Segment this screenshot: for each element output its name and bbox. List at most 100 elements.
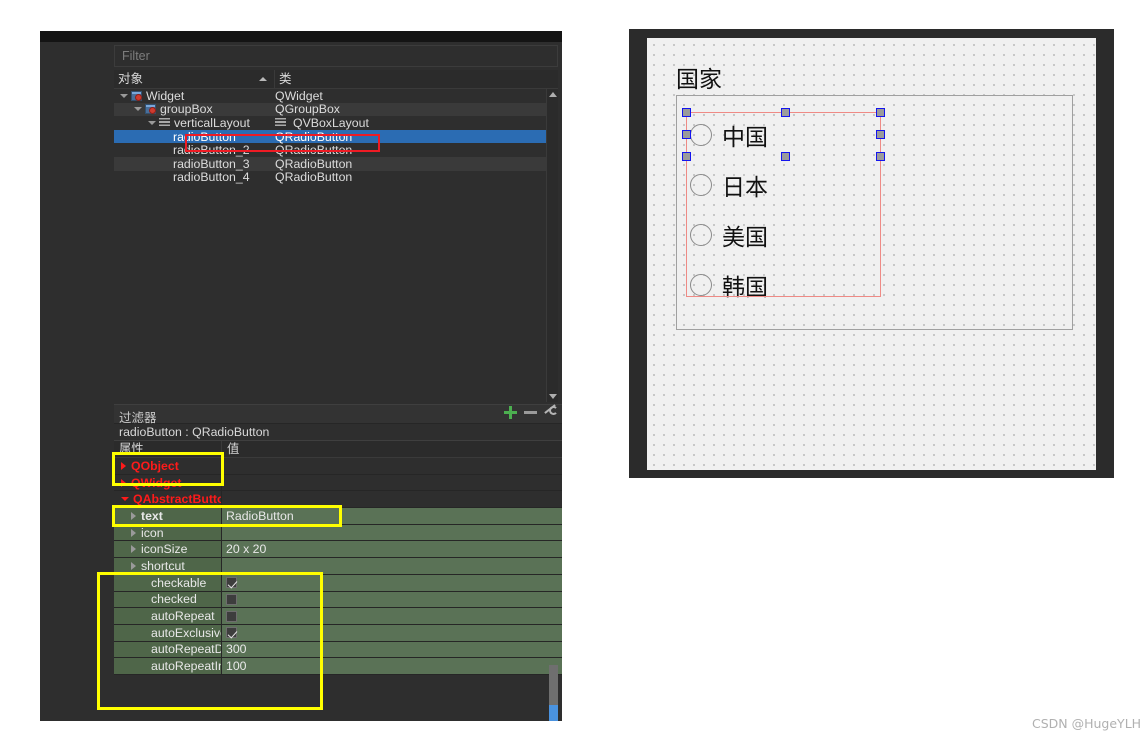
property-row[interactable]: text RadioButton	[114, 508, 562, 525]
chevron-right-icon[interactable]	[131, 561, 136, 570]
property-row-name: QWidget	[131, 475, 182, 490]
object-tree-row[interactable]: radioButton_4 QRadioButton	[114, 170, 546, 184]
minus-icon[interactable]	[524, 411, 537, 414]
property-row-value-cell[interactable]	[222, 491, 562, 509]
sort-ascending-icon	[259, 77, 267, 81]
object-tree-body[interactable]: Widget QWidget groupBox QGroupBox verticalLa…	[114, 89, 546, 402]
object-filter-input[interactable]: Filter	[114, 45, 558, 67]
property-filter-bar: 过滤器	[114, 404, 562, 425]
object-tree-row[interactable]: groupBox QGroupBox	[114, 102, 546, 116]
object-tree-row[interactable]: radioButton_2 QRadioButton	[114, 143, 546, 157]
property-row-value-cell[interactable]	[222, 558, 562, 575]
property-row[interactable]: autoExclusive	[114, 624, 562, 642]
property-row[interactable]: iconSize 20 x 20	[114, 541, 562, 559]
resize-handle[interactable]	[682, 130, 691, 139]
property-row-value-cell[interactable]	[222, 608, 562, 625]
property-row-name: autoRepeat	[151, 609, 215, 624]
property-row-name-cell: checkable	[114, 574, 222, 592]
property-row[interactable]: checkable	[114, 574, 562, 592]
object-tree-row-name-cell: groupBox	[114, 102, 275, 116]
property-row-name: checked	[151, 592, 197, 607]
resize-handle[interactable]	[781, 152, 790, 161]
property-checkbox[interactable]	[226, 593, 237, 605]
object-tree-row[interactable]: verticalLayout QVBoxLayout	[114, 116, 546, 130]
object-tree-row-name: radioButton	[173, 129, 236, 144]
property-row-value-cell[interactable]: 300	[222, 641, 562, 659]
chevron-right-icon[interactable]	[121, 461, 126, 470]
property-row[interactable]: QAbstractButton	[114, 491, 562, 509]
object-tree-row-class-cell: QRadioButton	[275, 157, 546, 171]
property-row-name-cell: checked	[114, 591, 222, 609]
property-column-header-name[interactable]: 属性	[114, 441, 222, 458]
chevron-right-icon[interactable]	[131, 511, 136, 520]
watermark-text: CSDN @HugeYLH	[1032, 716, 1142, 731]
chevron-down-icon[interactable]	[134, 107, 142, 112]
property-row-value-cell[interactable]	[222, 524, 562, 542]
object-tree-row-name-cell: radioButton_4	[114, 170, 275, 184]
property-row[interactable]: autoRepeat	[114, 608, 562, 625]
property-checkbox[interactable]	[226, 577, 237, 589]
chevron-right-icon[interactable]	[131, 528, 136, 537]
scroll-down-icon[interactable]	[549, 394, 557, 399]
left-panel-topbar	[40, 31, 562, 42]
resize-handle[interactable]	[682, 108, 691, 117]
object-tree-row-class-cell: QRadioButton	[275, 130, 546, 144]
property-row[interactable]: autoRepeatInt... 100	[114, 658, 562, 675]
property-row[interactable]: icon	[114, 524, 562, 542]
property-table-body[interactable]: QObject QWidget QAbstractButtontext RadioBu…	[114, 458, 562, 690]
chevron-down-icon[interactable]	[120, 93, 128, 98]
property-row-value: RadioButton	[226, 508, 294, 523]
column-header-class-label: 类	[279, 72, 292, 86]
property-row-value-cell[interactable]	[222, 624, 562, 642]
property-row-value-cell[interactable]: 20 x 20	[222, 541, 562, 559]
object-tree-row-class: QRadioButton	[275, 143, 353, 158]
property-row-name: shortcut	[141, 558, 185, 573]
object-tree-row-class: QRadioButton	[275, 156, 353, 171]
property-scrollbar-thumb[interactable]	[549, 665, 558, 705]
screenshot-root: Filter 对象 类 Widget QWidget groupBox QGroupB…	[0, 0, 1144, 741]
property-row[interactable]: checked	[114, 591, 562, 609]
object-tree-row-name: radioButton_3	[173, 156, 250, 171]
property-row-name-cell: shortcut	[114, 558, 222, 575]
property-row-name: text	[141, 508, 163, 523]
property-column-header-value[interactable]: 值	[222, 441, 562, 458]
property-row-name-cell: autoRepeatDe...	[114, 641, 222, 659]
scroll-up-icon[interactable]	[549, 92, 557, 97]
resize-handle[interactable]	[876, 130, 885, 139]
property-row-value-cell[interactable]: 100	[222, 658, 562, 675]
property-row-value-cell[interactable]: RadioButton	[222, 508, 562, 525]
chevron-down-icon[interactable]	[148, 120, 156, 125]
property-row-value-cell[interactable]	[222, 458, 562, 475]
property-checkbox[interactable]	[226, 627, 237, 639]
chevron-down-icon[interactable]	[121, 497, 129, 502]
property-row[interactable]: autoRepeatDe... 300	[114, 641, 562, 659]
resize-handle[interactable]	[682, 152, 691, 161]
object-tree-row[interactable]: radioButton_3 QRadioButton	[114, 157, 546, 171]
object-tree-scrollbar[interactable]	[546, 89, 558, 402]
chevron-right-icon[interactable]	[121, 478, 126, 487]
column-header-object[interactable]: 对象	[114, 70, 275, 89]
object-tree-row-class: QRadioButton	[275, 129, 353, 144]
property-row-value-cell[interactable]	[222, 591, 562, 609]
property-row[interactable]: shortcut	[114, 558, 562, 575]
wrench-icon[interactable]	[544, 406, 558, 419]
property-scrollbar[interactable]	[549, 665, 558, 721]
groupbox-title: 国家	[676, 67, 722, 93]
object-tree-row[interactable]: radioButton QRadioButton	[114, 130, 546, 144]
property-row[interactable]: QWidget	[114, 474, 562, 492]
resize-handle[interactable]	[876, 152, 885, 161]
plus-icon[interactable]	[504, 406, 517, 419]
object-tree-row[interactable]: Widget QWidget	[114, 89, 546, 103]
property-row[interactable]: QObject	[114, 458, 562, 475]
chevron-right-icon[interactable]	[131, 545, 136, 554]
property-row-value-cell[interactable]	[222, 574, 562, 592]
property-row-value-cell[interactable]	[222, 474, 562, 492]
object-tree-row-name: Widget	[146, 89, 185, 103]
object-tree-row-name: radioButton_4	[173, 170, 250, 185]
resize-handle[interactable]	[781, 108, 790, 117]
property-checkbox[interactable]	[226, 610, 237, 622]
widget-icon	[145, 104, 156, 115]
column-header-class[interactable]: 类	[275, 70, 558, 89]
resize-handle[interactable]	[876, 108, 885, 117]
property-row-value: 300	[226, 642, 247, 657]
